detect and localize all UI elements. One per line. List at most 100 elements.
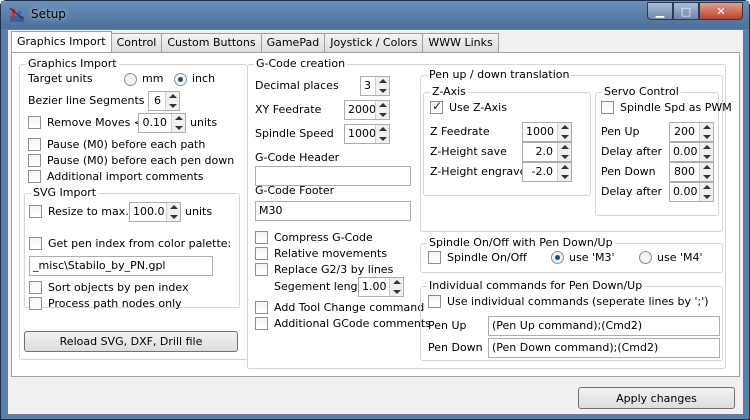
z-engrave-label: Z-Height engrave [430,165,527,178]
delay-after-down-stepper[interactable]: 0.00 [669,182,714,202]
spindle-pwm-checkbox[interactable] [601,101,614,114]
servo-control-title: Servo Control [602,85,681,98]
delay-after-up-spin[interactable] [699,143,713,161]
sort-objects-label: Sort objects by pen index [48,281,189,294]
gcode-footer-field[interactable]: M30 [255,201,411,221]
pause-path-checkbox[interactable] [28,138,41,151]
resize-checkbox[interactable] [29,205,42,218]
servo-pen-up-label: Pen Up [601,125,640,138]
remove-moves-spin[interactable] [171,114,185,132]
tool-change-label: Add Tool Change command [274,301,425,314]
z-save-label: Z-Height save [430,145,507,158]
xy-feedrate-value: 2000 [348,103,376,116]
segment-length-label: Segement length [274,280,369,293]
resize-label: Resize to max. [48,205,129,218]
z-axis-group: Z-Axis Use Z-Axis Z Feedrate 1000 Z-Heig… [423,85,591,196]
tab-custom-buttons[interactable]: Custom Buttons [161,33,262,52]
gcode-creation-group: G-Code creation Decimal places 3 XY Feed… [247,57,732,369]
tab-graphics-import[interactable]: Graphics Import [11,31,112,52]
relative-checkbox[interactable] [255,247,268,260]
pen-index-checkbox[interactable] [29,237,42,250]
spindle-speed-spin[interactable] [375,125,389,143]
z-save-stepper[interactable]: 2.0 [522,142,572,162]
delay-after-down-spin[interactable] [699,183,713,201]
remove-moves-stepper[interactable]: 0.10 [138,113,186,133]
use-m3-label: use 'M3' [569,251,615,264]
spindle-onoff-checkbox[interactable] [428,251,441,264]
tab-joystick-colors[interactable]: Joystick / Colors [324,33,424,52]
remove-moves-checkbox[interactable] [28,116,41,129]
bezier-spin[interactable] [165,92,179,110]
z-feedrate-label: Z Feedrate [430,125,490,138]
replace-arcs-label: Replace G2/3 by lines [274,263,394,276]
servo-pen-down-stepper[interactable]: 800 [669,162,714,182]
apply-changes-button[interactable]: Apply changes [578,387,735,409]
bezier-stepper[interactable]: 6 [148,91,180,111]
z-feedrate-spin[interactable] [557,123,571,141]
gcode-header-field[interactable] [255,166,411,186]
servo-pen-down-label: Pen Down [601,165,656,178]
process-nodes-checkbox[interactable] [29,297,42,310]
servo-pen-up-spin[interactable] [699,123,713,141]
gcode-footer-label: G-Code Footer [255,184,335,197]
remove-moves-value: 0.10 [142,116,168,129]
cmd-pen-up-label: Pen Up [428,319,467,332]
tab-www-links[interactable]: WWW Links [422,33,499,52]
use-m3-radio[interactable] [551,251,564,264]
pause-pen-checkbox[interactable] [28,154,41,167]
tab-control[interactable]: Control [110,33,163,52]
decimal-places-value: 3 [364,79,371,92]
decimal-places-stepper[interactable]: 3 [360,76,390,96]
close-button[interactable]: ✕ [699,2,743,20]
individual-commands-label: Use individual commands (seperate lines … [447,295,709,308]
delay-after-up-stepper[interactable]: 0.00 [669,142,714,162]
spindle-speed-stepper[interactable]: 1000 [344,124,390,144]
spindle-speed-value: 1000 [348,127,376,140]
resize-spin[interactable] [166,203,180,221]
z-engrave-value: -2.0 [531,165,553,178]
spindle-onoff-label: Spindle On/Off [447,251,527,264]
use-m4-label: use 'M4' [657,251,703,264]
cmd-pen-down-field[interactable]: (Pen Down command);(Cmd2) [488,338,720,358]
replace-arcs-checkbox[interactable] [255,263,268,276]
segment-length-stepper[interactable]: 1.00 [358,277,404,297]
delay-after-up-label: Delay after [601,145,663,158]
target-units-label: Target units [28,72,93,85]
gcode-header-label: G-Code Header [255,151,340,164]
servo-pen-up-stepper[interactable]: 200 [669,122,714,142]
z-save-spin[interactable] [557,143,571,161]
remove-moves-label: Remove Moves < [47,116,144,129]
decimal-places-spin[interactable] [375,77,389,95]
maximize-button[interactable]: □ [673,2,699,20]
servo-pen-down-value: 800 [674,165,695,178]
z-engrave-spin[interactable] [557,163,571,181]
z-engrave-stepper[interactable]: -2.0 [522,162,572,182]
servo-pen-down-spin[interactable] [699,163,713,181]
spindle-onoff-title: Spindle On/Off with Pen Down/Up [427,236,615,249]
minimize-button[interactable]: ▁ [647,2,673,20]
tool-change-checkbox[interactable] [255,301,268,314]
import-comments-checkbox[interactable] [28,170,41,183]
reload-file-button[interactable]: Reload SVG, DXF, Drill file [24,331,238,352]
z-feedrate-stepper[interactable]: 1000 [522,122,572,142]
use-m4-radio[interactable] [639,251,652,264]
segment-length-spin[interactable] [389,278,403,296]
delay-after-up-value: 0.00 [673,145,698,158]
xy-feedrate-spin[interactable] [375,101,389,119]
compress-checkbox[interactable] [255,231,268,244]
resize-stepper[interactable]: 100.0 [129,202,181,222]
title-bar[interactable]: Setup ▁ □ ✕ [1,1,749,29]
gcode-comments-checkbox[interactable] [255,317,268,330]
individual-commands-checkbox[interactable] [428,295,441,308]
individual-commands-group: Individual commands for Pen Down/Up Use … [420,279,723,361]
inch-radio[interactable] [174,73,187,86]
use-z-axis-checkbox[interactable] [430,99,443,114]
sort-objects-checkbox[interactable] [29,281,42,294]
mm-radio[interactable] [124,73,137,86]
palette-file-field[interactable]: _misc\Stabilo_by_PN.gpl [29,256,213,276]
tab-gamepad[interactable]: GamePad [260,33,326,52]
cmd-pen-up-field[interactable]: (Pen Up command);(Cmd2) [488,316,720,336]
servo-control-group: Servo Control Spindle Spd as PWM Pen Up … [595,85,732,216]
spindle-speed-label: Spindle Speed [255,127,334,140]
xy-feedrate-stepper[interactable]: 2000 [344,100,390,120]
